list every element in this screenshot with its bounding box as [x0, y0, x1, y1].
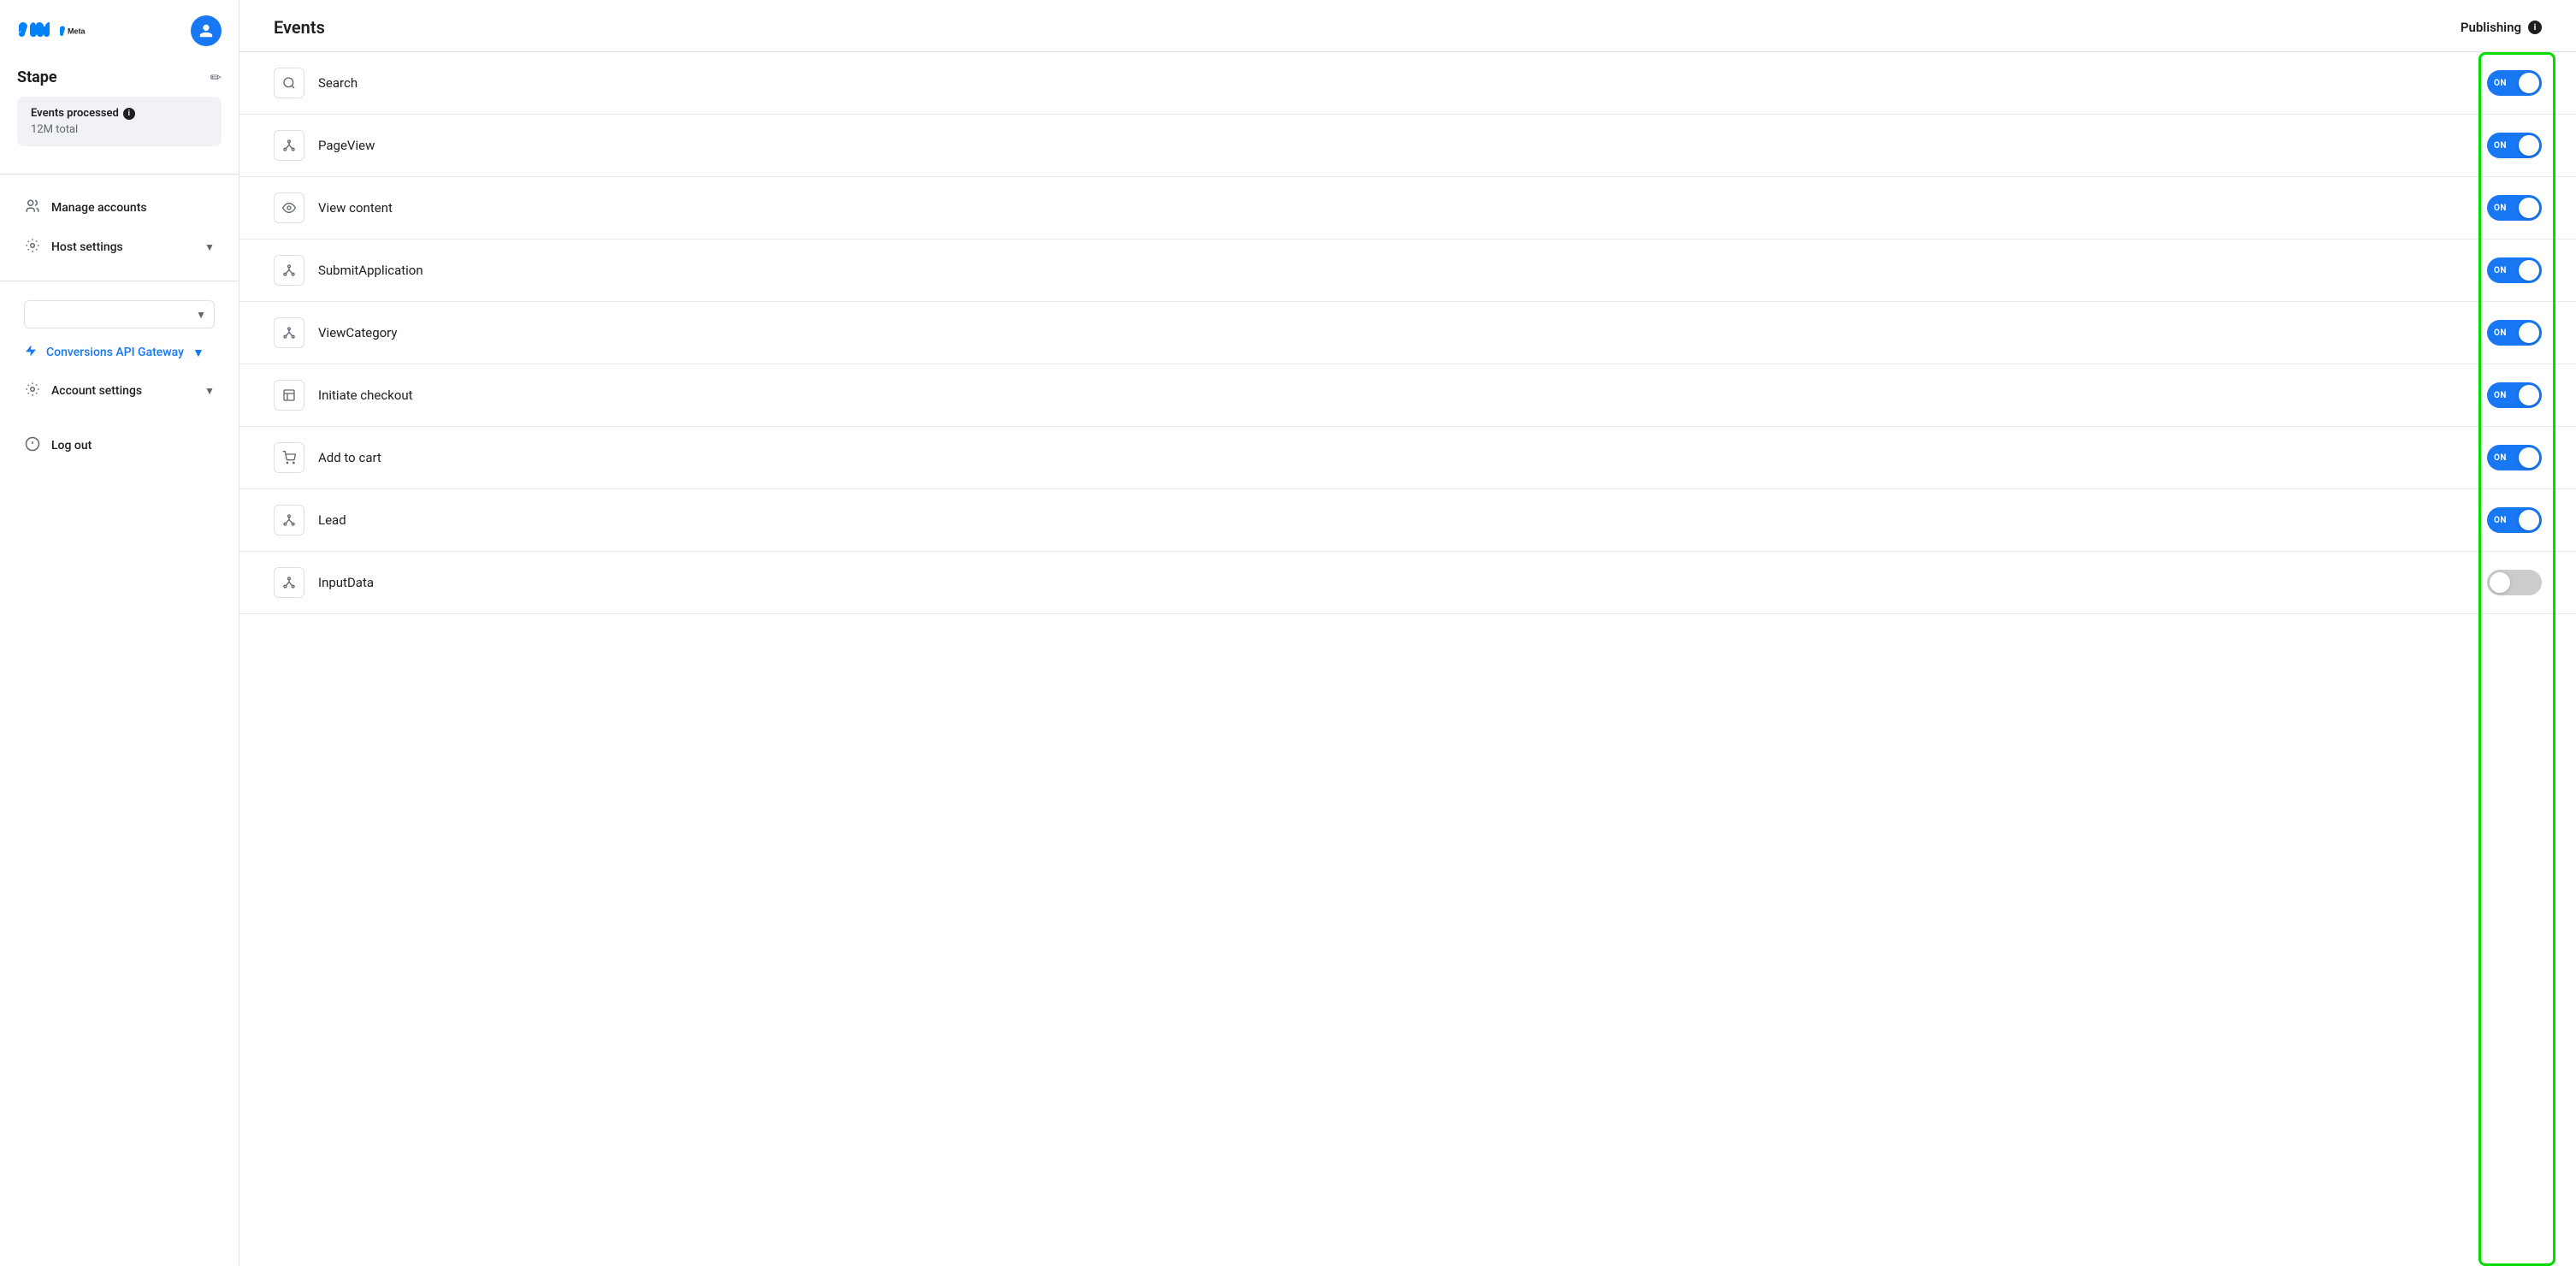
event-row: SubmitApplication ON	[239, 240, 2576, 302]
event-icon-box	[274, 380, 304, 411]
event-toggle[interactable]: ON	[2487, 133, 2542, 158]
event-name: InputData	[318, 575, 374, 590]
event-icon-box	[274, 255, 304, 286]
account-settings-arrow: ▼	[204, 385, 215, 397]
dropdown-wrapper: ▼	[24, 300, 215, 328]
toggle-wrapper: ON	[2487, 257, 2542, 283]
page-title: Events	[274, 17, 325, 38]
toggle-wrapper: ON	[2487, 507, 2542, 533]
manage-accounts-label: Manage accounts	[51, 201, 147, 215]
event-row: PageView ON	[239, 115, 2576, 177]
event-toggle[interactable]: ON	[2487, 257, 2542, 283]
host-settings-icon	[24, 238, 41, 257]
sidebar-header: Meta	[0, 0, 239, 58]
logout-icon	[24, 436, 41, 455]
event-name: SubmitApplication	[318, 263, 423, 278]
sidebar-item-manage-accounts[interactable]: Manage accounts	[7, 190, 232, 226]
sidebar-item-account-settings[interactable]: Account settings ▼	[7, 373, 232, 409]
event-name: View content	[318, 200, 393, 216]
event-name: Lead	[318, 512, 346, 528]
toggle-wrapper: ON	[2487, 195, 2542, 221]
event-left: Lead	[274, 505, 346, 535]
toggle-wrapper: ON	[2487, 445, 2542, 470]
sidebar-item-conversions-api[interactable]: Conversions API Gateway ▼	[7, 335, 232, 370]
edit-icon[interactable]: ✏	[210, 69, 222, 86]
publishing-info-icon[interactable]: i	[2528, 21, 2542, 34]
events-total: 12M total	[31, 123, 208, 136]
account-settings-icon	[24, 382, 41, 400]
event-toggle[interactable]: ON	[2487, 507, 2542, 533]
event-icon-box	[274, 68, 304, 98]
event-left: InputData	[274, 567, 374, 598]
meta-logo: Meta	[17, 20, 109, 42]
workspace-dropdown[interactable]	[24, 300, 215, 328]
meta-logo-icon	[17, 20, 51, 42]
event-toggle[interactable]: ON	[2487, 70, 2542, 96]
app-name: Stape	[17, 68, 57, 86]
account-settings-label: Account settings	[51, 384, 142, 398]
event-row: View content ON	[239, 177, 2576, 240]
events-processed-title: Events processed i	[31, 107, 208, 120]
event-toggle[interactable]: Off	[2487, 570, 2542, 595]
event-toggle[interactable]: ON	[2487, 320, 2542, 346]
event-toggle[interactable]: ON	[2487, 195, 2542, 221]
event-icon-box	[274, 130, 304, 161]
event-left: View content	[274, 192, 393, 223]
event-left: Search	[274, 68, 357, 98]
event-icon-box	[274, 442, 304, 473]
event-row: InputData Off	[239, 552, 2576, 614]
sidebar: Meta Stape ✏ Events processed i 12M tota…	[0, 0, 239, 1266]
event-row: Initiate checkout ON	[239, 364, 2576, 427]
event-icon-box	[274, 192, 304, 223]
main-content: Events Publishing i Search ON	[239, 0, 2576, 1266]
event-name: Initiate checkout	[318, 387, 413, 403]
toggle-wrapper: Off	[2487, 570, 2542, 595]
event-name: Search	[318, 75, 357, 91]
manage-accounts-icon	[24, 198, 41, 217]
toggle-wrapper: ON	[2487, 320, 2542, 346]
event-name: ViewCategory	[318, 325, 398, 340]
event-icon-box	[274, 567, 304, 598]
event-row: Search ON	[239, 52, 2576, 115]
event-toggle[interactable]: ON	[2487, 382, 2542, 408]
user-avatar-button[interactable]	[191, 15, 222, 46]
logout-label: Log out	[51, 439, 92, 453]
events-list: Search ON PageView ON View content	[239, 52, 2576, 1266]
toggle-wrapper: ON	[2487, 382, 2542, 408]
event-left: ViewCategory	[274, 317, 398, 348]
main-header: Events Publishing i	[239, 0, 2576, 52]
event-name: Add to cart	[318, 450, 381, 465]
app-name-row: Stape ✏	[17, 68, 222, 86]
app-section: Stape ✏ Events processed i 12M total	[0, 58, 239, 160]
publishing-label: Publishing	[2461, 20, 2521, 35]
events-processed-info-icon[interactable]: i	[123, 108, 135, 120]
svg-text:Meta: Meta	[68, 27, 86, 36]
event-icon-box	[274, 317, 304, 348]
sidebar-dropdown-section: ▼	[7, 295, 232, 334]
events-container: Search ON PageView ON View content	[239, 52, 2576, 614]
toggle-wrapper: ON	[2487, 70, 2542, 96]
publishing-badge: Publishing i	[2461, 20, 2542, 35]
event-left: Initiate checkout	[274, 380, 413, 411]
event-left: Add to cart	[274, 442, 381, 473]
conversions-api-arrow: ▼	[192, 346, 204, 360]
sidebar-item-logout[interactable]: Log out	[7, 428, 232, 464]
conversions-api-label: Conversions API Gateway	[46, 346, 184, 359]
host-settings-arrow: ▼	[204, 241, 215, 253]
event-toggle[interactable]: ON	[2487, 445, 2542, 470]
event-row: ViewCategory ON	[239, 302, 2576, 364]
toggle-wrapper: ON	[2487, 133, 2542, 158]
event-row: Add to cart ON	[239, 427, 2576, 489]
event-row: Lead ON	[239, 489, 2576, 552]
sidebar-divider-1	[0, 174, 239, 175]
event-name: PageView	[318, 138, 375, 153]
event-left: PageView	[274, 130, 375, 161]
event-left: SubmitApplication	[274, 255, 423, 286]
sidebar-item-host-settings[interactable]: Host settings ▼	[7, 229, 232, 265]
lightning-icon	[24, 344, 38, 361]
events-processed-box: Events processed i 12M total	[17, 97, 222, 146]
host-settings-label: Host settings	[51, 240, 123, 254]
event-icon-box	[274, 505, 304, 535]
meta-wordmark: Meta	[58, 21, 109, 40]
